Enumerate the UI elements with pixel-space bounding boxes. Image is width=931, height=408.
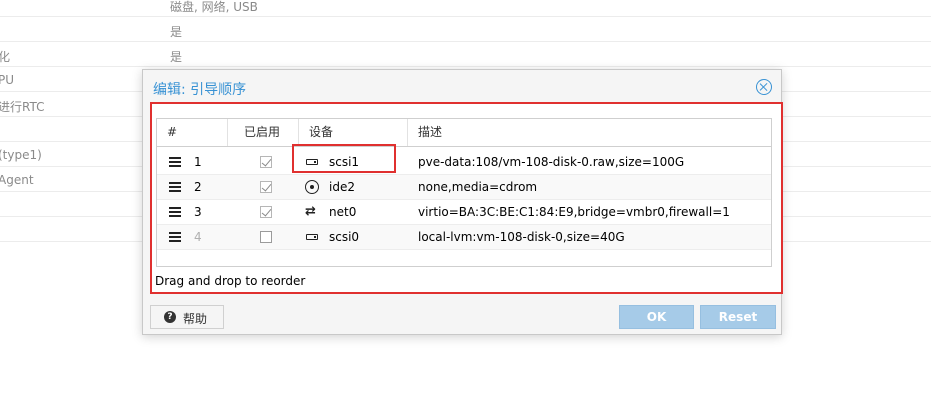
device-highlight: [292, 144, 396, 173]
column-header-order[interactable]: #: [157, 119, 226, 146]
dialog-title: 编辑: 引导顺序: [153, 82, 247, 98]
dialog-header[interactable]: 编辑: 引导顺序: [143, 70, 781, 103]
column-header-description[interactable]: 描述: [407, 119, 769, 146]
drag-handle-icon[interactable]: [169, 182, 181, 192]
boot-order-panel: # 已启用 设备 描述 1 scsi1 pve-data:108/vm-108-…: [150, 102, 783, 294]
option-key: Agent: [0, 173, 34, 187]
help-button[interactable]: ? 帮助: [150, 305, 224, 329]
option-row[interactable]: 化 是: [0, 42, 931, 67]
column-header-enabled[interactable]: 已启用: [227, 119, 297, 146]
network-icon: ⇄: [305, 204, 316, 219]
option-key: (type1): [0, 148, 42, 162]
row-description: none,media=cdrom: [418, 180, 538, 194]
boot-order-grid: # 已启用 设备 描述 1 scsi1 pve-data:108/vm-108-…: [156, 118, 772, 267]
cdrom-icon: [305, 180, 319, 194]
row-order: 2: [194, 180, 202, 194]
row-device: net0: [329, 205, 357, 219]
table-row[interactable]: 2 ide2 none,media=cdrom: [157, 175, 771, 200]
enabled-checkbox[interactable]: [260, 156, 272, 168]
row-device: scsi0: [329, 230, 360, 244]
ok-button[interactable]: OK: [619, 305, 694, 329]
drag-handle-icon[interactable]: [169, 157, 181, 167]
option-key: PU: [0, 73, 15, 87]
enabled-checkbox[interactable]: [260, 206, 272, 218]
close-icon[interactable]: [756, 79, 772, 95]
option-row[interactable]: 磁盘, 网络, USB: [0, 0, 931, 17]
option-row[interactable]: 是: [0, 17, 931, 42]
option-value: 是: [170, 50, 183, 64]
table-row[interactable]: 4 scsi0 local-lvm:vm-108-disk-0,size=40G: [157, 225, 771, 250]
row-description: pve-data:108/vm-108-disk-0.raw,size=100G: [418, 155, 685, 169]
table-row[interactable]: 1 scsi1 pve-data:108/vm-108-disk-0.raw,s…: [157, 150, 771, 175]
enabled-checkbox[interactable]: [260, 181, 272, 193]
row-order: 3: [194, 205, 202, 219]
drag-handle-icon[interactable]: [169, 207, 181, 217]
option-key: 进行RTC: [0, 100, 45, 114]
row-order: 4: [194, 230, 202, 244]
help-button-label: 帮助: [183, 312, 208, 326]
row-description: local-lvm:vm-108-disk-0,size=40G: [418, 230, 625, 244]
option-value: 是: [170, 25, 183, 39]
hdd-icon: [305, 230, 319, 244]
help-icon: ?: [164, 311, 176, 323]
row-device: ide2: [329, 180, 355, 194]
row-order: 1: [194, 155, 202, 169]
reorder-hint: Drag and drop to reorder: [155, 274, 306, 288]
option-value: 磁盘, 网络, USB: [170, 0, 258, 14]
row-description: virtio=BA:3C:BE:C1:84:E9,bridge=vmbr0,fi…: [418, 205, 730, 219]
reset-button[interactable]: Reset: [700, 305, 776, 329]
column-header-device[interactable]: 设备: [298, 119, 407, 146]
table-row[interactable]: 3 ⇄ net0 virtio=BA:3C:BE:C1:84:E9,bridge…: [157, 200, 771, 225]
drag-handle-icon[interactable]: [169, 232, 181, 242]
option-key: 化: [0, 50, 11, 64]
grid-header: # 已启用 设备 描述: [157, 119, 771, 147]
boot-order-dialog: 编辑: 引导顺序 # 已启用 设备 描述 1 scsi1 pve-data:10…: [142, 69, 783, 335]
enabled-checkbox[interactable]: [260, 231, 272, 243]
